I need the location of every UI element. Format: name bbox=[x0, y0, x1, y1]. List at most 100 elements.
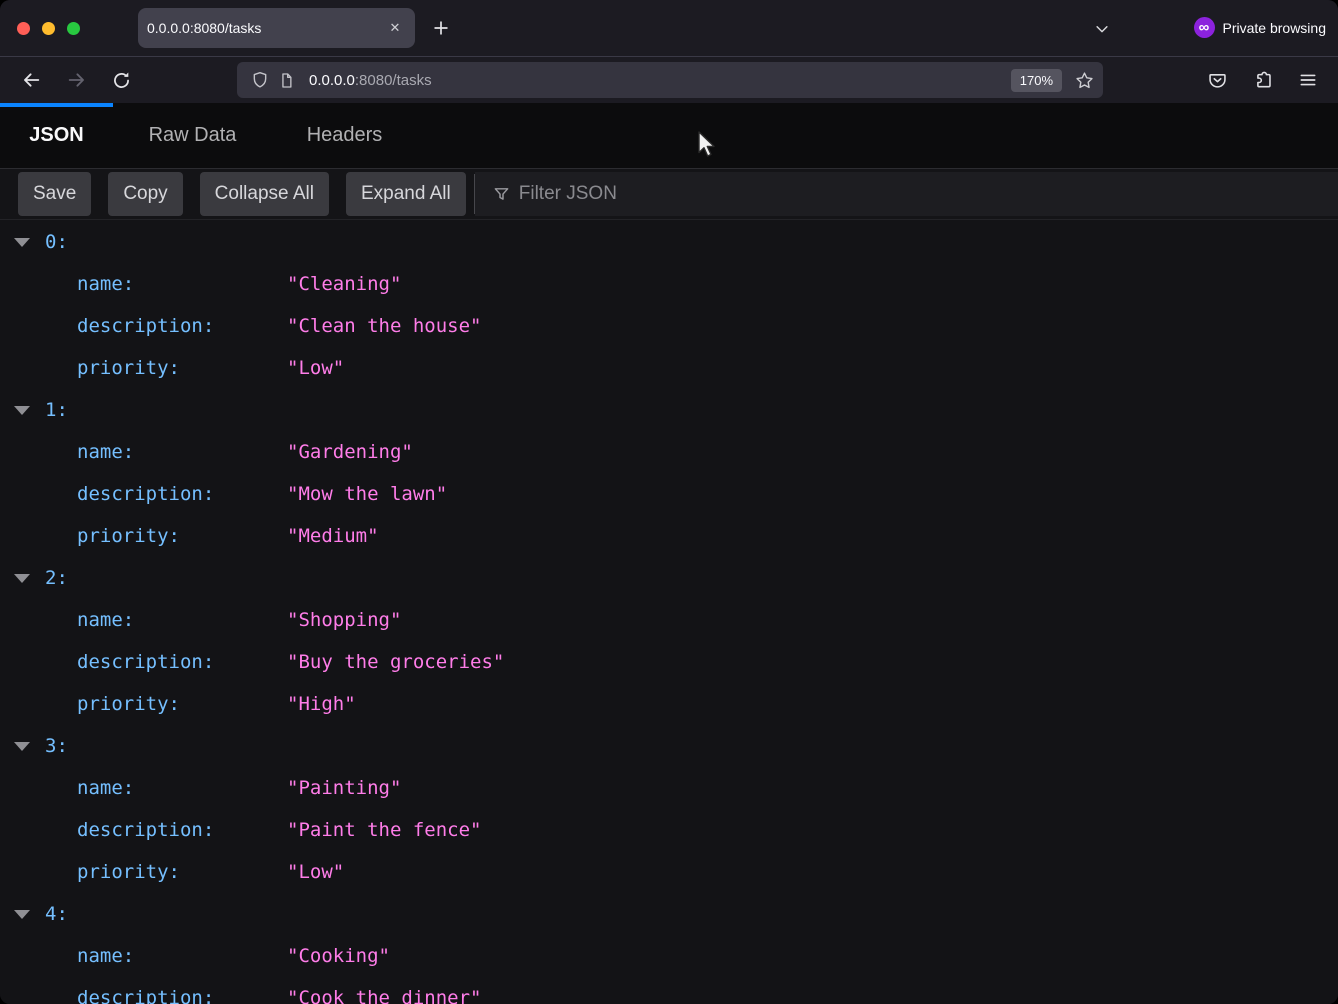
url-domain: 0.0.0.0 bbox=[309, 72, 355, 89]
tab-title: 0.0.0.0:8080/tasks bbox=[147, 20, 385, 36]
bookmark-star-icon[interactable] bbox=[1074, 70, 1095, 91]
zoom-level-badge[interactable]: 170% bbox=[1011, 69, 1062, 92]
navigation-toolbar: 0.0.0.0:8080/tasks 170% bbox=[0, 56, 1338, 103]
json-value: "Medium" bbox=[287, 515, 379, 557]
json-index-row[interactable]: 2: bbox=[0, 557, 1338, 599]
json-entry-row[interactable]: name: "Cleaning" bbox=[0, 263, 1338, 305]
plus-icon bbox=[431, 18, 451, 38]
json-key: priority: bbox=[77, 515, 180, 557]
json-key: name: bbox=[77, 767, 134, 809]
list-all-tabs-button[interactable] bbox=[1088, 16, 1116, 42]
json-index-row[interactable]: 4: bbox=[0, 893, 1338, 935]
window-controls bbox=[17, 22, 80, 35]
url-bar[interactable]: 0.0.0.0:8080/tasks 170% bbox=[237, 62, 1103, 98]
json-index-row[interactable]: 0: bbox=[0, 221, 1338, 263]
tab-raw-data[interactable]: Raw Data bbox=[113, 103, 272, 168]
copy-button[interactable]: Copy bbox=[108, 172, 182, 216]
json-entry-row[interactable]: priority:"Low" bbox=[0, 851, 1338, 893]
url-text[interactable]: 0.0.0.0:8080/tasks bbox=[309, 72, 1011, 89]
back-arrow-icon bbox=[20, 69, 42, 91]
expander-triangle-icon[interactable] bbox=[14, 238, 30, 247]
puzzle-piece-icon bbox=[1253, 70, 1274, 91]
shield-icon[interactable] bbox=[247, 70, 273, 90]
json-value: "Cleaning" bbox=[287, 263, 401, 305]
json-index-row[interactable]: 3: bbox=[0, 725, 1338, 767]
filter-json-input[interactable] bbox=[519, 183, 1338, 205]
json-entry-row[interactable]: name: "Shopping" bbox=[0, 599, 1338, 641]
tab-json[interactable]: JSON bbox=[0, 103, 113, 168]
back-button[interactable] bbox=[15, 64, 47, 96]
json-key: priority: bbox=[77, 851, 180, 893]
expander-triangle-icon[interactable] bbox=[14, 910, 30, 919]
tab-close-icon[interactable]: ✕ bbox=[385, 18, 405, 38]
expander-triangle-icon[interactable] bbox=[14, 574, 30, 583]
private-browsing-badge: ∞ Private browsing bbox=[1194, 17, 1327, 38]
json-entry-row[interactable]: description: "Mow the lawn" bbox=[0, 473, 1338, 515]
json-entry-row[interactable]: description: "Clean the house" bbox=[0, 305, 1338, 347]
json-index-label: 1: bbox=[45, 389, 68, 431]
json-index-label: 4: bbox=[45, 893, 68, 935]
forward-button[interactable] bbox=[61, 64, 93, 96]
page-info-icon[interactable] bbox=[273, 71, 299, 90]
tab-headers[interactable]: Headers bbox=[272, 103, 417, 168]
json-entry-row[interactable]: priority:"Low" bbox=[0, 347, 1338, 389]
expander-triangle-icon[interactable] bbox=[14, 742, 30, 751]
json-viewer-toolbar: Save Copy Collapse All Expand All bbox=[0, 168, 1338, 220]
json-value: "Gardening" bbox=[287, 431, 413, 473]
page-content: JSON Raw Data Headers Save Copy Collapse… bbox=[0, 103, 1338, 1004]
json-value: "Painting" bbox=[287, 767, 401, 809]
collapse-all-button[interactable]: Collapse All bbox=[200, 172, 329, 216]
json-entry-row[interactable]: description: "Cook the dinner" bbox=[0, 977, 1338, 1004]
json-entry-row[interactable]: name: "Painting" bbox=[0, 767, 1338, 809]
json-key: name: bbox=[77, 935, 134, 977]
filter-box bbox=[475, 172, 1338, 216]
json-value: "Cook the dinner" bbox=[287, 977, 481, 1004]
json-entry-row[interactable]: name: "Cooking" bbox=[0, 935, 1338, 977]
json-viewer-tabs: JSON Raw Data Headers bbox=[0, 103, 1338, 168]
expander-triangle-icon[interactable] bbox=[14, 406, 30, 415]
extensions-button[interactable] bbox=[1248, 65, 1278, 95]
pocket-button[interactable] bbox=[1202, 65, 1232, 95]
json-index-row[interactable]: 1: bbox=[0, 389, 1338, 431]
json-value: "Clean the house" bbox=[287, 305, 481, 347]
new-tab-button[interactable] bbox=[427, 14, 455, 42]
private-browsing-label: Private browsing bbox=[1223, 20, 1327, 36]
json-index-label: 2: bbox=[45, 557, 68, 599]
json-index-label: 0: bbox=[45, 221, 68, 263]
json-entry-row[interactable]: description: "Buy the groceries" bbox=[0, 641, 1338, 683]
hamburger-icon bbox=[1298, 70, 1318, 90]
save-button[interactable]: Save bbox=[18, 172, 91, 216]
maximize-window-button[interactable] bbox=[67, 22, 80, 35]
json-value: "Cooking" bbox=[287, 935, 390, 977]
minimize-window-button[interactable] bbox=[42, 22, 55, 35]
json-entry-row[interactable]: priority:"High" bbox=[0, 683, 1338, 725]
close-window-button[interactable] bbox=[17, 22, 30, 35]
json-value: "Buy the groceries" bbox=[287, 641, 504, 683]
json-key: priority: bbox=[77, 683, 180, 725]
private-browsing-icon: ∞ bbox=[1194, 17, 1215, 38]
json-key: name: bbox=[77, 599, 134, 641]
json-key: description: bbox=[77, 977, 214, 1004]
tab-strip: 0.0.0.0:8080/tasks ✕ ∞ Private browsing bbox=[0, 0, 1338, 56]
json-value: "Paint the fence" bbox=[287, 809, 481, 851]
json-value: "Mow the lawn" bbox=[287, 473, 447, 515]
reload-button[interactable] bbox=[105, 64, 137, 96]
browser-tab[interactable]: 0.0.0.0:8080/tasks ✕ bbox=[138, 8, 415, 48]
json-key: description: bbox=[77, 305, 214, 347]
json-key: name: bbox=[77, 263, 134, 305]
browser-window: 0.0.0.0:8080/tasks ✕ ∞ Private browsing bbox=[0, 0, 1338, 1004]
json-entry-row[interactable]: name:"Gardening" bbox=[0, 431, 1338, 473]
expand-all-button[interactable]: Expand All bbox=[346, 172, 466, 216]
json-value: "Shopping" bbox=[287, 599, 401, 641]
json-key: description: bbox=[77, 641, 214, 683]
json-value: "Low" bbox=[287, 347, 344, 389]
pocket-icon bbox=[1207, 70, 1228, 91]
chevron-down-icon bbox=[1093, 20, 1111, 38]
json-entry-row[interactable]: description: "Paint the fence" bbox=[0, 809, 1338, 851]
json-entry-row[interactable]: priority: "Medium" bbox=[0, 515, 1338, 557]
json-key: description: bbox=[77, 473, 214, 515]
json-key: description: bbox=[77, 809, 214, 851]
json-tree: 0:name:"Cleaning"description:"Clean the … bbox=[0, 220, 1338, 1004]
reload-icon bbox=[111, 70, 132, 91]
menu-button[interactable] bbox=[1293, 65, 1323, 95]
